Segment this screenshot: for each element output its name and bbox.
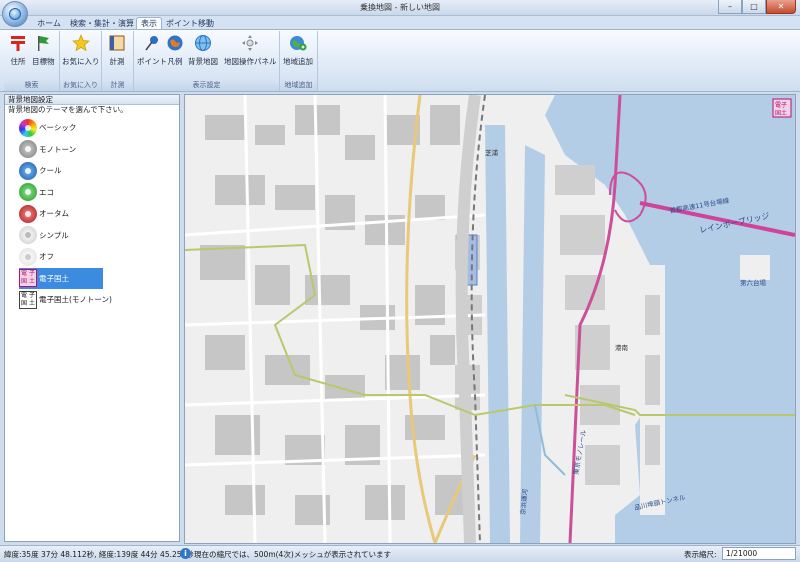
off-disc-icon: [19, 247, 37, 266]
address-button[interactable]: 住所: [8, 33, 28, 67]
map-canvas[interactable]: レインボーブリッジ 首都高速11号台場線 第六台場 東京モノレール 品川埠頭トン…: [185, 95, 795, 543]
theme-eco[interactable]: エコ: [19, 182, 169, 204]
close-button[interactable]: ✕: [766, 0, 796, 14]
blue-disc-icon: [19, 161, 37, 180]
theme-off[interactable]: オフ: [19, 246, 169, 268]
light-disc-icon: [19, 226, 37, 245]
theme-label: オータム: [39, 209, 69, 219]
denshi-kokudo-badge: 電子 国土: [772, 98, 792, 118]
denshi-kokudo-icon: 電子国土: [19, 269, 37, 288]
map-view[interactable]: レインボーブリッジ 首都高速11号台場線 第六台場 東京モノレール 品川埠頭トン…: [184, 94, 796, 544]
status-bar: 緯度:35度 37分 48.112秒, 経度:139度 44分 45.256秒 …: [0, 545, 800, 562]
star-icon: [71, 33, 91, 53]
background-map-label: 背景地図: [188, 57, 218, 66]
daiba-label: 第六台場: [740, 278, 767, 287]
globe-icon: [9, 8, 21, 20]
theme-label: オフ: [39, 252, 54, 262]
info-icon: i: [180, 548, 191, 559]
title-bar: 乗換地図 - 新しい地図 – □ ✕: [0, 0, 800, 16]
group-label-display: 表示設定: [134, 80, 279, 91]
green-disc-icon: [19, 183, 37, 202]
address-label: 住所: [10, 57, 26, 66]
theme-label: 電子国土: [39, 273, 69, 283]
theme-cool[interactable]: クール: [19, 160, 169, 182]
point-button[interactable]: ポイント: [137, 33, 167, 67]
group-label-add-region: 地域追加: [280, 80, 317, 91]
group-label-favorites: お気に入り: [60, 80, 101, 91]
tab-view[interactable]: 表示: [136, 17, 162, 29]
daiba-island: [740, 255, 770, 280]
scale-input[interactable]: 1/21000: [722, 547, 796, 560]
landmark-label: 目標物: [32, 57, 55, 66]
point-label: ポイント: [137, 57, 167, 66]
ribbon-tabbar: ホーム 検索・集計・演算 表示 ポイント移動: [0, 16, 800, 29]
group-measure: 計測 計測: [102, 31, 134, 91]
theme-list: ベーシック モノトーン クール エコ オータム シンプル オフ 電子国土 電子国: [19, 117, 169, 311]
denshi-kokudo-mono-icon: 電子国土: [19, 290, 37, 309]
color-wheel-icon: [19, 118, 37, 137]
landmark-button[interactable]: 目標物: [32, 33, 55, 67]
status-message: 現在の縮尺では、500m(4次)メッシュが表示されています: [194, 550, 392, 559]
svg-text:国土: 国土: [775, 109, 787, 117]
favorites-button[interactable]: お気に入り: [62, 33, 100, 67]
status-coordinates: 緯度:35度 37分 48.112秒, 経度:139度 44分 45.256秒: [4, 550, 194, 559]
globe-icon: [193, 33, 213, 53]
theme-autumn[interactable]: オータム: [19, 203, 169, 225]
theme-monotone[interactable]: モノトーン: [19, 139, 169, 161]
theme-denshi-kokudo[interactable]: 電子国土 電子国土: [19, 267, 103, 289]
theme-label: モノトーン: [39, 144, 77, 154]
measure-button[interactable]: 計測: [107, 33, 127, 67]
theme-label: エコ: [39, 187, 54, 197]
background-map-panel: 背景地図設定 背景地図のテーマを選んで下さい。 ベーシック モノトーン クール …: [4, 94, 180, 542]
shibaura-label: 芝浦: [485, 148, 499, 157]
compass-arrows-icon: [240, 33, 260, 53]
pushpin-icon: [142, 33, 162, 53]
legend-label: 凡例: [167, 57, 183, 66]
ruler-icon: [107, 33, 127, 53]
group-favorites: お気に入り お気に入り: [60, 31, 102, 91]
theme-label: 電子国土(モノトーン): [39, 295, 112, 305]
kohnan-label: 港南: [615, 343, 629, 352]
red-disc-icon: [19, 204, 37, 223]
window-title: 乗換地図 - 新しい地図: [360, 3, 440, 12]
flag-icon: [33, 33, 53, 53]
theme-basic[interactable]: ベーシック: [19, 117, 169, 139]
panel-description: 背景地図のテーマを選んで下さい。: [8, 105, 128, 114]
group-label-search: 検索: [4, 80, 59, 91]
svg-text:電子: 電子: [775, 102, 787, 109]
add-region-label: 地域追加: [283, 57, 313, 66]
map-control-panel-label: 地図操作パネル: [224, 57, 277, 66]
panel-heading: 背景地図設定: [5, 95, 179, 105]
window-controls: – □ ✕: [718, 0, 796, 14]
theme-label: クール: [39, 166, 62, 176]
maximize-button[interactable]: □: [742, 0, 766, 14]
group-add-region: 地域追加 地域追加: [280, 31, 318, 91]
ribbon: 住所 目標物 検索 お気に入り お気に入り 計測 計測 ポイント 凡例 背景地図…: [0, 29, 800, 92]
globe-legend-icon: [165, 33, 185, 53]
background-map-button[interactable]: 背景地図: [188, 33, 218, 67]
scale-label: 表示縮尺:: [684, 550, 717, 559]
theme-label: ベーシック: [39, 123, 77, 133]
map-control-panel-button[interactable]: 地図操作パネル: [224, 33, 277, 67]
group-display: ポイント 凡例 背景地図 地図操作パネル 表示設定: [134, 31, 280, 91]
app-menu-button[interactable]: [2, 1, 28, 27]
favorites-label: お気に入り: [62, 57, 100, 66]
group-search: 住所 目標物 検索: [4, 31, 60, 91]
add-region-button[interactable]: 地域追加: [283, 33, 313, 67]
gray-disc-icon: [19, 140, 37, 159]
tab-point-move[interactable]: ポイント移動: [166, 17, 214, 29]
group-label-measure: 計測: [102, 80, 133, 91]
measure-label: 計測: [109, 57, 125, 66]
theme-label: シンプル: [39, 230, 69, 240]
tab-search[interactable]: 検索・集計・演算: [70, 17, 134, 29]
globe-plus-icon: [288, 33, 308, 53]
theme-simple[interactable]: シンプル: [19, 225, 169, 247]
minimize-button[interactable]: –: [718, 0, 742, 14]
legend-button[interactable]: 凡例: [165, 33, 185, 67]
postal-mark-icon: [8, 33, 28, 53]
tab-home[interactable]: ホーム: [32, 17, 66, 29]
theme-denshi-kokudo-mono[interactable]: 電子国土 電子国土(モノトーン): [19, 289, 169, 311]
